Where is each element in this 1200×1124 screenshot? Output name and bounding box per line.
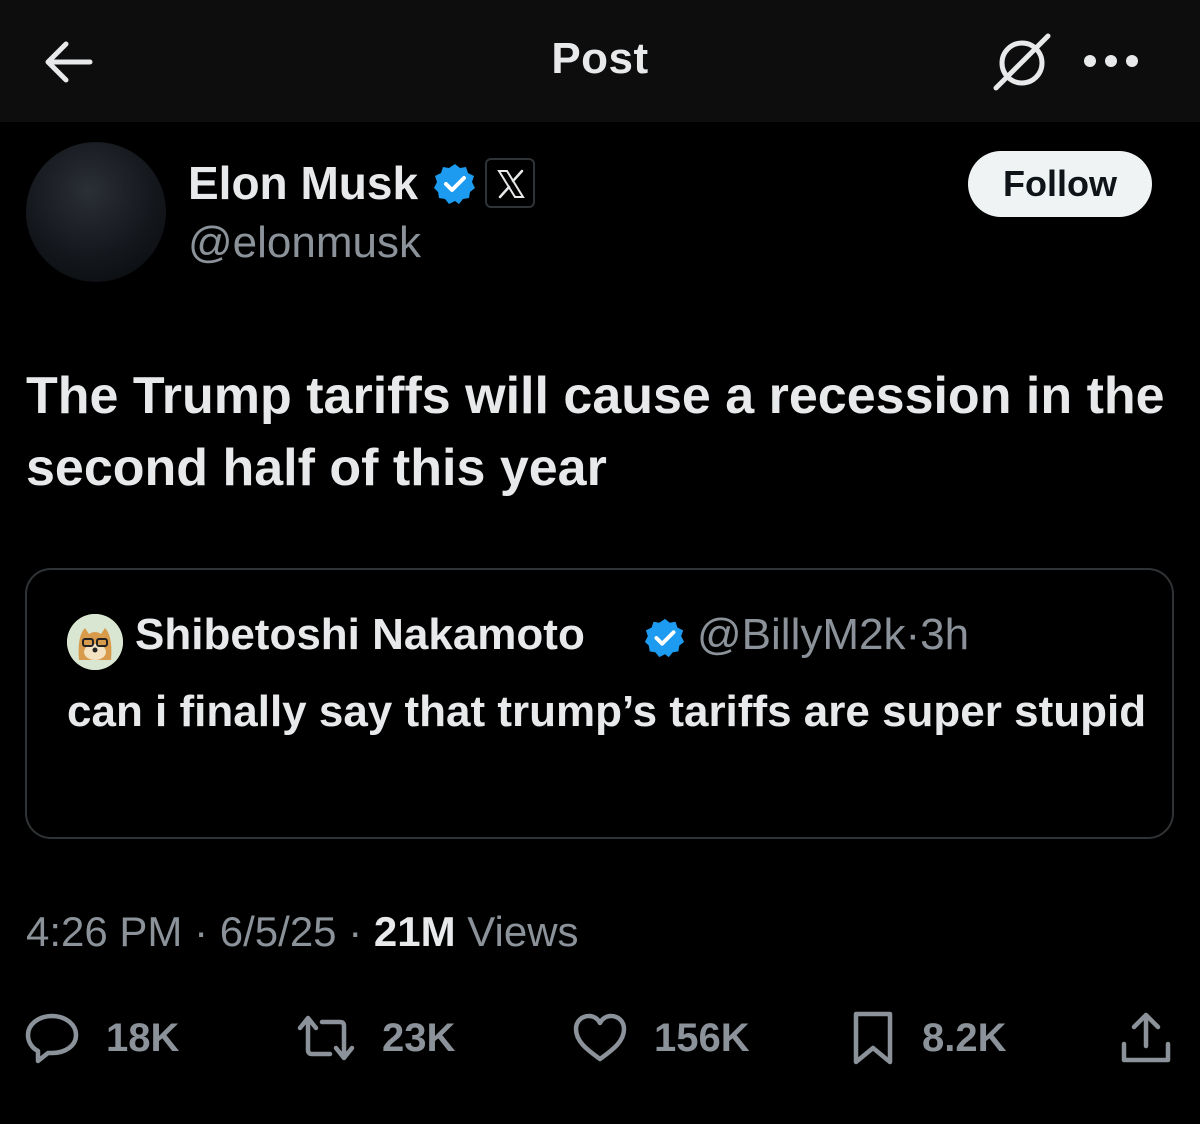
- meta-separator: ·: [194, 908, 209, 955]
- meta-separator: ·: [348, 908, 363, 955]
- quoted-post-card[interactable]: Shibetoshi Nakamoto @BillyM2k·3h can i f…: [25, 568, 1174, 839]
- quoted-post-time: 3h: [920, 610, 970, 659]
- author-display-name[interactable]: Elon Musk: [188, 156, 418, 210]
- repost-button[interactable]: 23K: [296, 1008, 455, 1068]
- heart-icon: [573, 1013, 627, 1062]
- bookmark-icon: [853, 1011, 893, 1065]
- quoted-verified-badge-icon: [644, 617, 686, 659]
- share-button[interactable]: [1118, 1008, 1174, 1068]
- views-label: Views: [467, 908, 579, 955]
- repost-count: 23K: [382, 1015, 456, 1060]
- quoted-author-handle[interactable]: @BillyM2k: [697, 610, 905, 659]
- post-time[interactable]: 4:26 PM: [26, 908, 182, 955]
- like-button[interactable]: 156K: [572, 1008, 750, 1068]
- quoted-author-avatar[interactable]: [67, 614, 123, 670]
- verified-badge-icon[interactable]: [433, 162, 477, 206]
- quoted-post-meta: @BillyM2k·3h: [697, 610, 969, 660]
- reply-icon: [25, 1013, 79, 1064]
- views-count: 21M: [373, 908, 456, 955]
- post-date[interactable]: 6/5/25: [220, 908, 337, 955]
- meta-separator: ·: [905, 610, 921, 659]
- x-logo-icon: [497, 169, 525, 199]
- repost-icon: [297, 1015, 355, 1061]
- author-avatar[interactable]: [26, 142, 166, 282]
- top-bar: Post: [0, 0, 1200, 122]
- reply-button[interactable]: 18K: [24, 1008, 179, 1068]
- x-affiliation-badge[interactable]: [485, 158, 535, 208]
- post-text: The Trump tariffs will cause a recession…: [26, 367, 1165, 497]
- quoted-post-text: can i finally say that trump’s tariffs a…: [67, 687, 1147, 736]
- reply-count: 18K: [106, 1015, 180, 1060]
- bookmark-button[interactable]: 8.2K: [850, 1008, 1007, 1068]
- share-icon: [1121, 1012, 1171, 1063]
- post-meta: 4:26 PM · 6/5/25 · 21M Views: [26, 908, 579, 956]
- more-options-icon[interactable]: [1082, 50, 1140, 72]
- author-handle[interactable]: @elonmusk: [188, 218, 421, 268]
- bookmark-count: 8.2K: [922, 1015, 1007, 1060]
- quoted-author-display-name[interactable]: Shibetoshi Nakamoto: [135, 610, 585, 660]
- like-count: 156K: [654, 1015, 750, 1060]
- follow-button[interactable]: Follow: [968, 151, 1152, 217]
- grok-icon[interactable]: [990, 30, 1054, 94]
